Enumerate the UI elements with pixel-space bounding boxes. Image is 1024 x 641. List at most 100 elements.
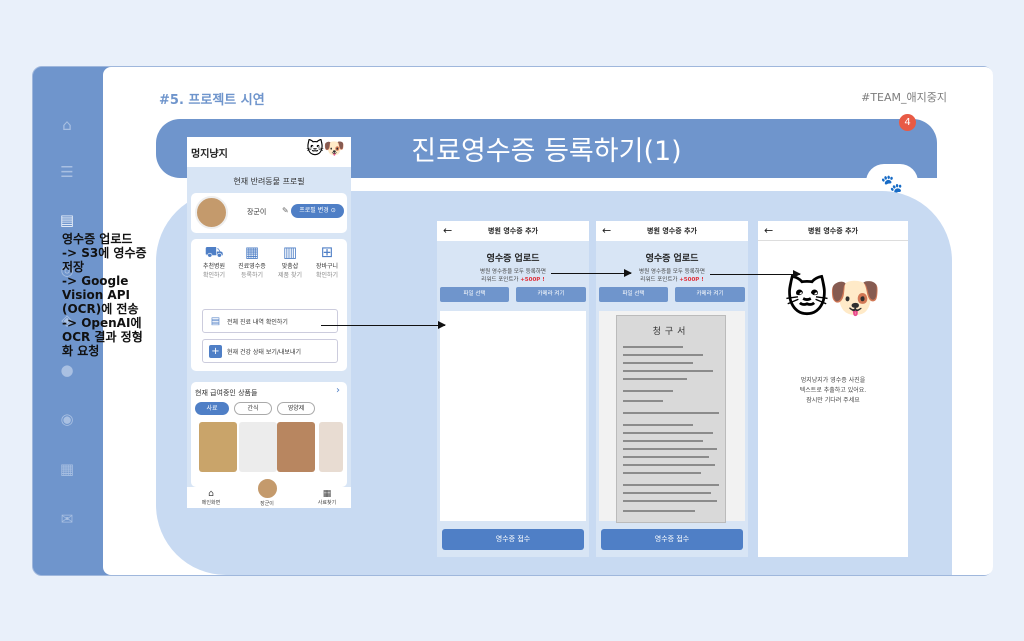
menu-sub: 확인하기 [315,272,339,279]
desc-line: 리워드 포인트가 [481,277,519,283]
slide-number-badge: 4 [899,114,916,131]
menu-sub: 확인하기 [202,272,226,279]
loading-line: 잠시만 기다려 주세요 [806,397,860,404]
camera-button[interactable]: 카메라 켜기 [516,287,586,302]
menu-receipt-register[interactable]: ▦ 진료영수증 등록하기 [233,243,271,280]
grid-icon: ▦ [244,243,260,261]
ocr-loading-screen: ← 병원 영수증 추가 🐱🐶 멍지냥지가 영수증 사진을 텍스트로 추출하고 있… [758,221,908,557]
menu-recommended-hospital[interactable]: ⛟ 추천병원 확인하기 [195,243,233,280]
nav-label: 메인화면 [201,500,221,506]
list-icon[interactable]: ☰ [57,162,77,182]
menu-label: 장바구니 [315,263,339,270]
nav-label: 장군이 [260,501,274,507]
menu-label: 진료영수증 [238,263,266,270]
submit-receipt-button[interactable]: 영수증 접수 [442,529,584,550]
calendar-icon[interactable]: ▦ [57,459,77,479]
bottom-nav: ⌂ 메인화면 장군이 ▦ 사료찾기 [187,477,351,508]
chip-food[interactable]: 사료 [195,402,229,415]
nav-label: 사료찾기 [317,500,337,506]
view-all-records-button[interactable]: ▤ 전체 진료 내역 확인하기 [202,309,338,333]
process-description: 영수증 업로드 -> S3에 영수증 저장 -> Google Vision A… [62,232,162,358]
image-preview-area [440,311,586,521]
desc-line: -> S3에 영수증 [62,246,147,260]
receipt-image: 청구서 [616,315,726,523]
product-image[interactable] [319,422,343,472]
chevron-right-icon[interactable]: › [336,385,340,396]
upload-screen-receipt: ← 병원 영수증 추가 영수증 업로드 병원 영수증을 모두 등록하면 리워드 … [596,221,748,557]
file-select-button[interactable]: 파일 선택 [440,287,509,302]
nav-home[interactable]: ⌂ 메인화면 [191,489,231,506]
flow-arrow [321,321,446,329]
section-label: #5. 프로젝트 시연 [159,93,265,108]
profile-change-button[interactable]: 프로필 변경 ⊙ [291,204,344,218]
desc-line: 화 요청 [62,344,100,358]
reward-points: +500P ! [520,277,545,283]
menu-card: ⛟ 추천병원 확인하기 ▦ 진료영수증 등록하기 ▥ 맞춤샵 제품 찾기 ⊞ 장… [191,239,347,371]
desc-line: 리워드 포인트가 [640,277,678,283]
file-select-button[interactable]: 파일 선택 [599,287,668,302]
upload-title: 영수증 업로드 [645,254,699,264]
desc-line: -> Google [62,274,129,288]
reward-description: 병원 영수증을 모두 등록하면 리워드 포인트가 +500P ! [596,268,748,284]
team-label: #TEAM_애지중지 [861,91,947,104]
nav-pet-avatar[interactable] [256,477,279,500]
desc-line: 병원 영수증을 모두 등록하면 [480,269,546,275]
menu-sub: 등록하기 [240,272,264,279]
products-card: 현재 급여중인 상품들 › 사료 간식 영양제 [191,382,347,487]
screen-header: ← 병원 영수증 추가 [596,221,748,241]
grid-icon: ▦ [322,489,332,499]
camera-button[interactable]: 카메라 켜기 [675,287,745,302]
chip-supplement[interactable]: 영양제 [277,402,315,415]
desc-line: OCR 결과 정형 [62,330,143,344]
receipt-title: 청구서 [652,327,690,337]
screen-title: 병원 영수증 추가 [808,227,858,235]
list-button-label: 현재 건강 상태 보기/내보내기 [227,348,301,356]
home-icon: ⌂ [208,489,214,499]
profile-change-label: 프로필 변경 [299,207,329,214]
menu-custom-shop[interactable]: ▥ 맞춤샵 제품 찾기 [271,243,309,280]
app-home-screen: 멍지냥지 🐱🐶 현재 반려동물 프로필 장군이 ✎ 프로필 변경 ⊙ ⛟ 추천병… [187,137,351,508]
chat-icon[interactable]: ● [57,360,77,380]
loading-message: 멍지냥지가 영수증 사진을 텍스트로 추출하고 있어요. 잠시만 기다려 주세요 [758,376,908,406]
truck-icon: ⛟ [204,243,224,261]
coins-icon[interactable]: ◉ [57,409,77,429]
reward-description: 병원 영수증을 모두 등록하면 리워드 포인트가 +500P ! [437,268,589,284]
app-name: 멍지냥지 [191,149,228,160]
desc-line: 영수증 업로드 [62,232,133,246]
reward-points: +500P ! [679,277,704,283]
nav-find-food[interactable]: ▦ 사료찾기 [307,489,347,506]
product-image[interactable] [199,422,237,472]
app-header: 멍지냥지 🐱🐶 [187,137,351,167]
mascot-icon: 🐱🐶 [306,139,345,159]
products-title: 현재 급여중인 상품들 [195,389,258,397]
pet-avatar [195,196,228,229]
desc-line: (OCR)에 전송 [62,302,139,316]
mascot-icon: 🐱🐶 [784,273,882,322]
product-image[interactable] [277,422,315,472]
desc-line: Vision API [62,288,130,302]
upload-screen-empty: ← 병원 영수증 추가 영수증 업로드 병원 영수증을 모두 등록하면 리워드 … [437,221,589,557]
submit-receipt-button[interactable]: 영수증 접수 [601,529,743,550]
mail-icon[interactable]: ✉ [57,509,77,529]
document-icon: ▤ [210,315,221,327]
building-icon: ▥ [282,243,298,261]
menu-label: 맞춤샵 [281,263,299,270]
product-image[interactable] [239,422,277,472]
desc-line: 저장 [62,260,85,274]
clipboard-icon[interactable]: ▤ [57,210,77,230]
home-icon[interactable]: ⌂ [57,115,77,135]
list-button-label: 전체 진료 내역 확인하기 [227,318,288,326]
health-status-button[interactable]: + 현재 건강 상태 보기/내보내기 [202,339,338,363]
screen-title: 병원 영수증 추가 [488,227,538,235]
chip-snack[interactable]: 간식 [234,402,272,415]
upload-title: 영수증 업로드 [486,254,540,264]
screen-header: ← 병원 영수증 추가 [437,221,589,241]
edit-icon[interactable]: ✎ [282,206,289,215]
menu-cart[interactable]: ⊞ 장바구니 확인하기 [308,243,346,280]
desc-line: -> OpenAI에 [62,316,142,330]
menu-label: 추천병원 [202,263,226,270]
plus-icon: + [209,344,222,358]
screen-header: ← 병원 영수증 추가 [758,221,908,241]
basket-icon: ⊞ [320,243,334,261]
menu-sub: 제품 찾기 [278,272,302,279]
